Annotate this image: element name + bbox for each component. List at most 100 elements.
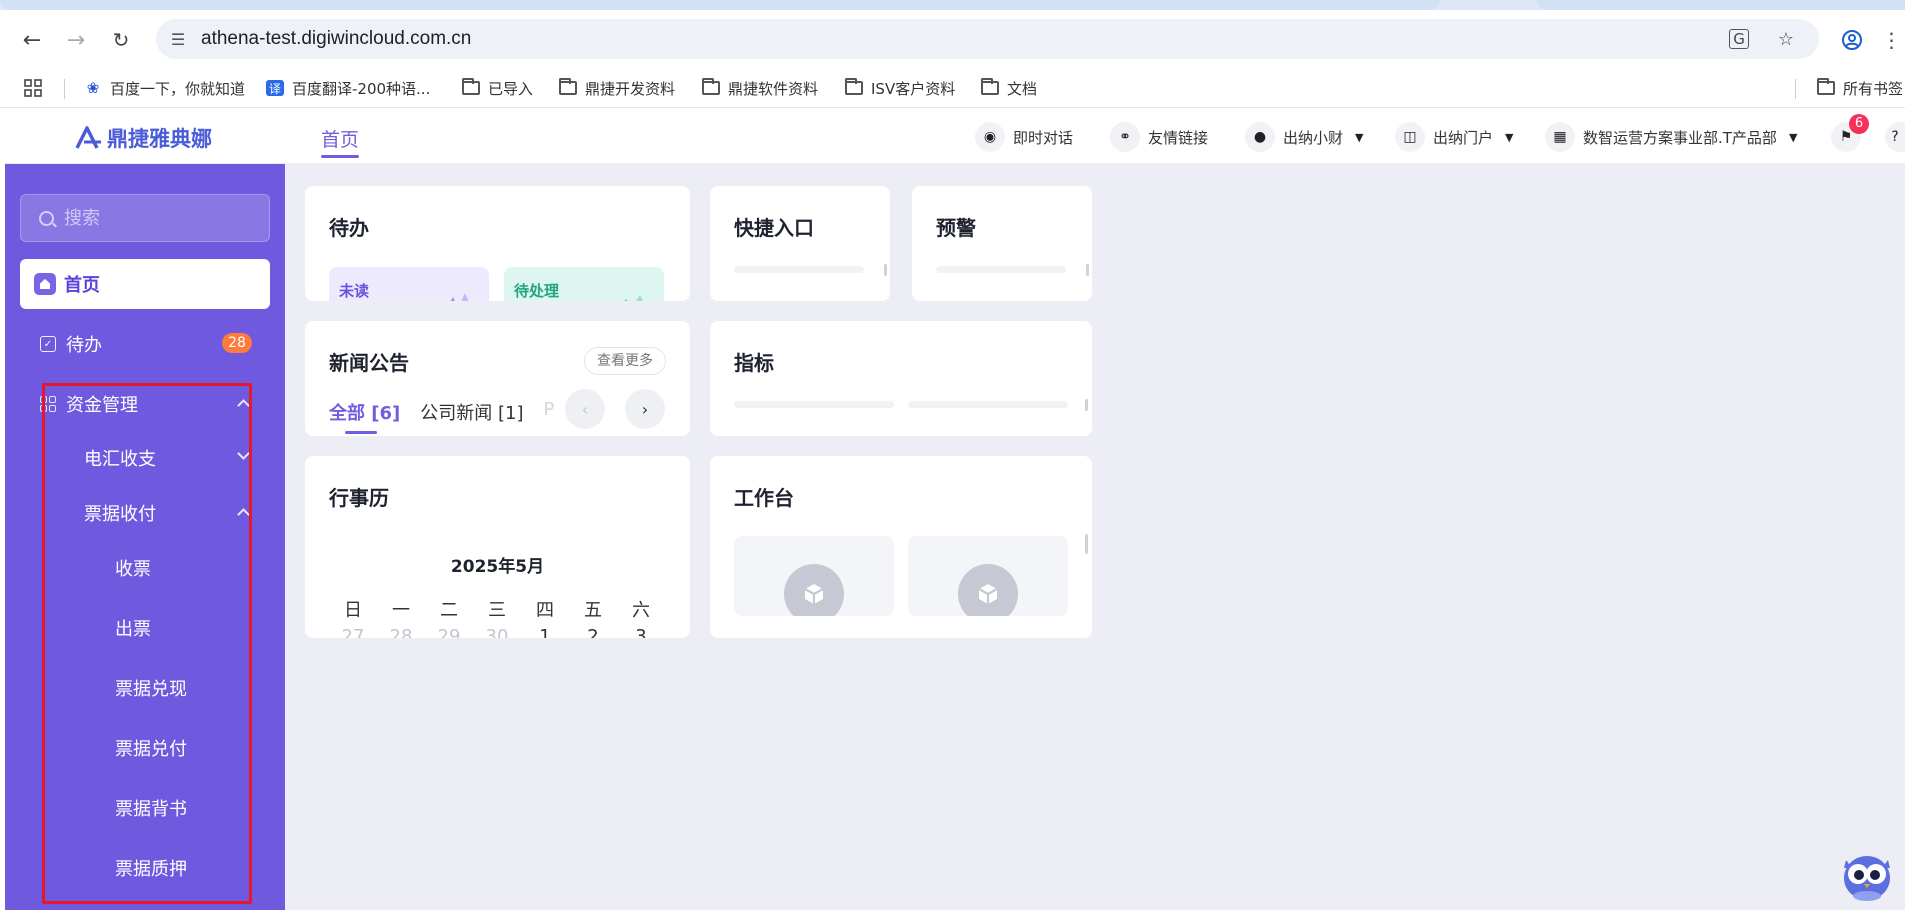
folder-icon [981,78,999,95]
weekday: 五 [584,600,602,621]
assistant-owl-icon[interactable] [1840,846,1894,902]
view-more-button[interactable]: 查看更多 [584,347,666,375]
department-menu[interactable]: ▦ 数智运营方案事业部.T产品部 ▼ [1545,122,1797,152]
tab-faded[interactable]: P [543,399,554,425]
browser-tab[interactable] [1537,0,1905,10]
browser-tab-strip [0,0,1905,10]
bookmark-folder-docs[interactable]: 文档 [981,69,1037,107]
sidebar-item-home[interactable]: 首页 [20,259,270,309]
instant-chat-label: 即时对话 [1013,128,1074,147]
chevron-down-icon [237,447,250,460]
app-cube-icon [958,564,1018,616]
bookmark-folder-dev[interactable]: 鼎捷开发资料 [559,69,675,107]
help-button[interactable]: ? [1885,122,1905,152]
calendar-day[interactable]: 1 [521,626,569,638]
bookmark-folder-software[interactable]: 鼎捷软件资料 [702,69,818,107]
browser-menu-icon[interactable]: ⋮ [1878,20,1905,60]
bookmark-baidu-translate[interactable]: 译 百度翻译-200种语... [266,69,430,107]
calendar-day[interactable]: 28 [377,626,425,638]
bookmark-folder-imported[interactable]: 已导入 [462,69,533,107]
logo-mark-icon [75,126,101,149]
profile-icon[interactable] [1832,20,1872,60]
scrollbar[interactable] [1085,399,1088,411]
logo-text: 鼎捷雅典娜 [107,127,212,151]
unread-tile[interactable]: 未读 [329,267,489,301]
scrollbar[interactable] [884,264,887,276]
scrollbar[interactable] [1085,534,1088,554]
star-icon[interactable]: ☆ [1774,27,1798,51]
weekday: 三 [488,600,506,621]
calendar-day[interactable]: 2 [569,626,617,638]
folder-icon [559,78,577,95]
weekday: 二 [440,600,458,621]
sidebar-item-bill-honoring[interactable]: 票据兑付 [20,726,270,770]
sidebar-item-wire-transfer[interactable]: 电汇收支 [20,436,270,480]
calendar-day[interactable]: 30 [473,626,521,638]
folder-icon [1817,78,1835,95]
instant-chat-button[interactable]: ◉ 即时对话 [975,122,1073,152]
apps-grid-icon[interactable] [24,69,42,107]
workbench-tile[interactable] [908,536,1068,616]
sidebar-item-issue-bill[interactable]: 出票 [20,606,270,650]
caret-down-icon: ▼ [1788,130,1798,144]
site-info-icon[interactable]: ☰ [166,27,190,51]
reload-icon[interactable]: ↻ [101,20,141,60]
tab-company-news[interactable]: 公司新闻 [1] [420,399,523,425]
folder-icon [845,78,863,95]
sidebar-item-receive-bill[interactable]: 收票 [20,546,270,590]
calendar-day[interactable]: 27 [329,626,377,638]
grid-icon [40,396,56,412]
scrollbar[interactable] [1086,264,1089,276]
sidebar: 首页 ✓ 待办 28 资金管理 电汇收支 票据收付 收票 出票 票据兑现 票据兑… [5,164,285,910]
sidebar-item-bill-endorsement[interactable]: 票据背书 [20,786,270,830]
portal-menu[interactable]: ◫ 出纳门户 ▼ [1395,122,1513,152]
app-cube-icon [784,564,844,616]
loading-placeholder [908,401,1068,408]
back-icon[interactable]: ← [12,20,52,60]
friend-links-label: 友情链接 [1148,128,1209,147]
pending-tile[interactable]: 待处理 [504,267,664,301]
sidebar-item-label: 票据收付 [84,504,156,525]
bookmark-label: ISV客户资料 [871,79,956,98]
all-bookmarks[interactable]: 所有书签 [1817,69,1903,107]
translate-page-icon[interactable]: G [1729,29,1749,49]
sidebar-item-fund-management[interactable]: 资金管理 [20,382,270,426]
sidebar-item-label: 收票 [115,559,151,580]
portal-icon: ◫ [1395,122,1425,152]
bookmark-folder-isv[interactable]: ISV客户资料 [845,69,955,107]
address-bar[interactable]: ☰ athena-test.digiwincloud.com.cn G ☆ [156,19,1819,59]
bookmark-baidu[interactable]: ❀ 百度一下，你就知道 [84,69,245,107]
user-icon: ● [1245,122,1275,152]
sidebar-item-bill-receipt-payment[interactable]: 票据收付 [20,491,270,535]
link-icon: ⚭ [1110,122,1140,152]
department-name: 数智运营方案事业部.T产品部 [1583,128,1777,147]
bookmark-label: 鼎捷开发资料 [585,79,676,98]
bookmarks-bar: ❀ 百度一下，你就知道 译 百度翻译-200种语... 已导入 鼎捷开发资料 鼎… [0,69,1905,108]
card-title: 新闻公告 [329,351,409,375]
loading-placeholder [936,266,1066,273]
user-name: 出纳小财 [1283,128,1344,147]
sidebar-item-todo[interactable]: ✓ 待办 28 [20,322,270,366]
calendar-day[interactable]: 3 [617,626,665,638]
decoration-icon [450,293,469,301]
sidebar-item-label: 票据兑现 [115,679,187,700]
tab-home[interactable]: 首页 [321,125,360,158]
shortcut-card: 快捷入口 [710,186,890,301]
tab-all-news[interactable]: 全部 [6] [329,399,400,434]
calendar-day[interactable]: 29 [425,626,473,638]
app-logo[interactable]: 鼎捷雅典娜 [75,123,212,153]
weekday: 日 [344,600,362,621]
browser-tab[interactable] [0,0,1440,10]
prev-arrow-icon[interactable]: ‹ [565,389,605,429]
next-arrow-icon[interactable]: › [625,389,665,429]
url-text[interactable]: athena-test.digiwincloud.com.cn [201,19,471,59]
user-menu[interactable]: ● 出纳小财 ▼ [1245,122,1363,152]
sidebar-item-bill-pledge[interactable]: 票据质押 [20,846,270,890]
sidebar-item-bill-cashing[interactable]: 票据兑现 [20,666,270,710]
friend-links-button[interactable]: ⚭ 友情链接 [1110,122,1208,152]
workbench-tile[interactable] [734,536,894,616]
sidebar-search[interactable] [20,194,270,242]
search-input[interactable] [62,206,252,230]
forward-icon[interactable]: → [56,20,96,60]
loading-placeholder [734,401,894,408]
